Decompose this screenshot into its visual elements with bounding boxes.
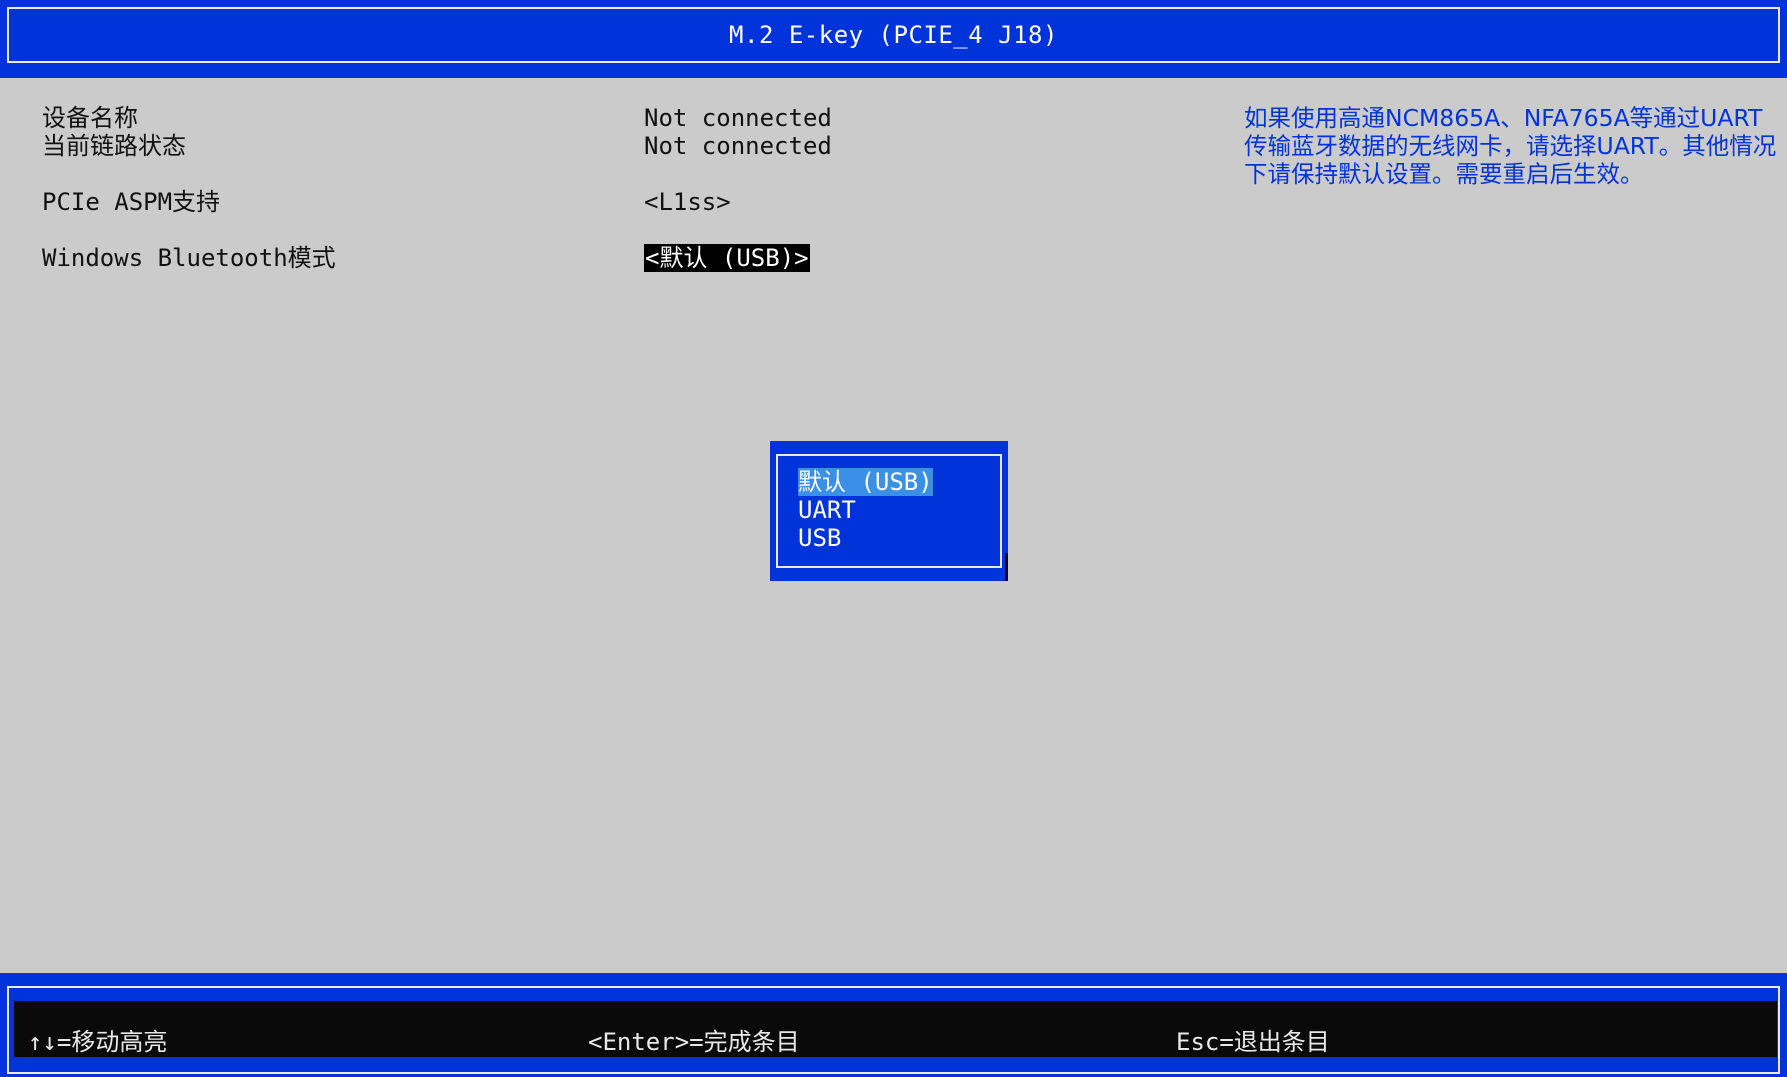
- footer-bar: ↑↓=移动高亮 <Enter>=完成条目 Esc=退出条目: [0, 973, 1787, 1077]
- footer-hint-enter: <Enter>=完成条目: [588, 1028, 800, 1056]
- setting-value-pcie-aspm[interactable]: <L1ss>: [644, 188, 731, 216]
- setting-label-bluetooth-mode: Windows Bluetooth模式: [42, 244, 336, 272]
- popup-option-uart[interactable]: UART: [798, 496, 856, 524]
- popup-option-usb[interactable]: USB: [798, 524, 841, 552]
- popup-option-label: USB: [798, 524, 842, 552]
- footer-hint-esc: Esc=退出条目: [1176, 1028, 1330, 1056]
- setting-label-device-name: 设备名称: [42, 104, 138, 132]
- setting-label-pcie-aspm: PCIe ASPM支持: [42, 188, 221, 216]
- footer-hint-area: [14, 1001, 1777, 1057]
- title-bar: M.2 E-key (PCIE_4 J18): [0, 0, 1787, 78]
- setting-value-bluetooth-mode[interactable]: <默认 (USB)>: [644, 244, 810, 272]
- setting-label-link-status: 当前链路状态: [42, 132, 186, 160]
- help-text: 如果使用高通NCM865A、NFA765A等通过UART传输蓝牙数据的无线网卡，…: [1244, 104, 1777, 188]
- setting-value-device-name: Not connected: [644, 104, 832, 132]
- popup-option-label: UART: [798, 496, 856, 524]
- option-popup: 默认 (USB) UART USB: [770, 441, 1008, 581]
- popup-option-default-usb[interactable]: 默认 (USB): [798, 468, 933, 496]
- popup-shadow: [1005, 553, 1008, 581]
- setting-value-link-status: Not connected: [644, 132, 832, 160]
- window-title: M.2 E-key (PCIE_4 J18): [7, 7, 1780, 63]
- footer-hint-navigate: ↑↓=移动高亮: [28, 1028, 168, 1056]
- popup-option-label: 默认 (USB): [798, 468, 933, 496]
